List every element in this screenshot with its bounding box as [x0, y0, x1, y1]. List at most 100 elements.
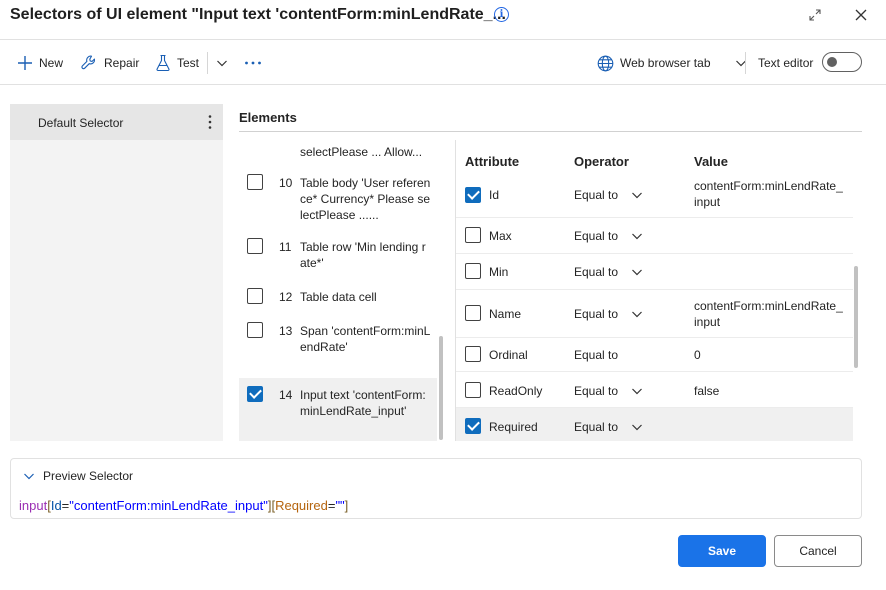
- attributes-scrollbar[interactable]: [854, 266, 858, 368]
- wrench-icon: [81, 55, 95, 70]
- value-column-header: Value: [694, 154, 728, 169]
- element-number: 13: [279, 324, 293, 338]
- table-row: Id Equal to contentForm:minLendRate_inpu…: [456, 178, 853, 218]
- preview-selector-panel: Preview Selector input[Id="contentForm:m…: [10, 458, 862, 519]
- chevron-down-icon[interactable]: [631, 385, 643, 397]
- text-editor-toggle[interactable]: [822, 52, 862, 72]
- list-item[interactable]: selectPlease ... Allow...: [239, 132, 437, 162]
- element-text: Table body 'User reference* Currency* Pl…: [300, 176, 431, 222]
- preview-selector-code[interactable]: input[Id="contentForm:minLendRate_input"…: [19, 498, 348, 513]
- code-attribute: Required: [275, 498, 328, 513]
- new-button[interactable]: New: [17, 52, 63, 74]
- operator-value[interactable]: Equal to: [574, 229, 618, 243]
- attribute-name: Ordinal: [489, 348, 528, 362]
- repair-button[interactable]: Repair: [80, 52, 139, 74]
- ellipsis-icon: [245, 61, 261, 65]
- chevron-down-icon[interactable]: [631, 421, 643, 433]
- repair-label: Repair: [104, 56, 140, 70]
- new-label: New: [39, 56, 64, 70]
- code-attribute: Id: [50, 498, 62, 513]
- test-button[interactable]: Test: [155, 52, 199, 74]
- attribute-checkbox[interactable]: [465, 382, 481, 398]
- element-checkbox[interactable]: [247, 238, 263, 254]
- chevron-down-icon: [24, 473, 34, 480]
- web-browser-tab-dropdown[interactable]: Web browser tab: [597, 52, 747, 74]
- element-checkbox[interactable]: [247, 174, 263, 190]
- attribute-name: ReadOnly: [489, 384, 543, 398]
- operator-value[interactable]: Equal to: [574, 420, 618, 434]
- attributes-table: Attribute Operator Value Id Equal to con…: [455, 140, 862, 441]
- attribute-value[interactable]: contentForm:minLendRate_input: [694, 298, 844, 330]
- chevron-down-icon: [217, 60, 227, 67]
- element-number: 11: [279, 240, 292, 254]
- more-options-button[interactable]: [244, 52, 262, 74]
- attribute-checkbox[interactable]: [465, 346, 481, 362]
- toolbar-divider: [745, 52, 746, 74]
- chevron-down-icon[interactable]: [631, 308, 643, 320]
- attribute-name: Name: [489, 307, 522, 321]
- chevron-down-icon[interactable]: [631, 266, 643, 278]
- element-number: 14: [279, 388, 293, 402]
- elements-heading: Elements: [239, 110, 297, 125]
- attribute-value[interactable]: contentForm:minLendRate_input: [694, 178, 844, 210]
- list-item[interactable]: 10 Table body 'User reference* Currency*…: [239, 168, 437, 224]
- kebab-menu-icon[interactable]: [207, 114, 213, 130]
- close-icon[interactable]: [851, 6, 871, 26]
- chevron-down-icon[interactable]: [631, 230, 643, 242]
- preview-selector-toggle[interactable]: Preview Selector: [23, 469, 133, 483]
- list-item[interactable]: 13 Span 'contentForm:minLendRate': [239, 316, 437, 376]
- selector-item-label: Default Selector: [38, 116, 124, 130]
- table-row: Name Equal to contentForm:minLendRate_in…: [456, 290, 853, 338]
- web-browser-tab-label: Web browser tab: [620, 56, 711, 70]
- cancel-button[interactable]: Cancel: [774, 535, 862, 567]
- attribute-checkbox[interactable]: [465, 187, 481, 203]
- selector-item-default[interactable]: Default Selector: [10, 104, 223, 140]
- operator-value[interactable]: Equal to: [574, 265, 618, 279]
- attribute-name: Max: [489, 229, 512, 243]
- list-item[interactable]: 12 Table data cell: [239, 282, 437, 310]
- element-checkbox[interactable]: [247, 386, 263, 402]
- test-label: Test: [177, 56, 200, 70]
- operator-value[interactable]: Equal to: [574, 307, 618, 321]
- element-text: Table data cell: [300, 290, 377, 304]
- globe-icon: [597, 55, 614, 71]
- element-text: Span 'contentForm:minLendRate': [300, 324, 431, 354]
- list-item[interactable]: 14 Input text 'contentForm:minLendRate_i…: [239, 378, 437, 441]
- save-button[interactable]: Save: [678, 535, 766, 567]
- attribute-checkbox[interactable]: [465, 418, 481, 434]
- title-bar: Selectors of UI element "Input text 'con…: [0, 0, 886, 40]
- list-item[interactable]: 11 Table row 'Min lending rate*': [239, 232, 437, 274]
- test-dropdown-button[interactable]: [216, 52, 228, 74]
- operator-value[interactable]: Equal to: [574, 348, 618, 362]
- attribute-checkbox[interactable]: [465, 263, 481, 279]
- elements-list: selectPlease ... Allow... 10 Table body …: [239, 132, 446, 441]
- attribute-value[interactable]: false: [694, 383, 844, 399]
- element-text: Input text 'contentForm:minLendRate_inpu…: [300, 388, 426, 418]
- attribute-checkbox[interactable]: [465, 227, 481, 243]
- operator-value[interactable]: Equal to: [574, 188, 618, 202]
- attribute-checkbox[interactable]: [465, 305, 481, 321]
- element-text: selectPlease ... Allow...: [300, 145, 423, 159]
- chevron-down-icon[interactable]: [631, 189, 643, 201]
- elements-scrollbar[interactable]: [439, 336, 443, 440]
- attribute-column-header: Attribute: [465, 154, 520, 169]
- flask-icon: [156, 54, 170, 72]
- table-row: Min Equal to: [456, 254, 853, 290]
- selector-list: Default Selector: [10, 104, 223, 441]
- info-icon[interactable]: i: [494, 7, 509, 22]
- attribute-value[interactable]: 0: [694, 347, 844, 363]
- text-editor-label: Text editor: [758, 56, 814, 70]
- element-checkbox[interactable]: [247, 322, 263, 338]
- preview-selector-label: Preview Selector: [43, 469, 134, 483]
- expand-icon[interactable]: [805, 6, 825, 26]
- attribute-name: Min: [489, 265, 509, 279]
- toolbar-divider: [207, 52, 208, 74]
- table-row: ReadOnly Equal to false: [456, 372, 853, 408]
- element-checkbox[interactable]: [247, 288, 263, 304]
- table-row: Max Equal to: [456, 218, 853, 254]
- code-string: "": [335, 498, 345, 513]
- toggle-knob: [827, 57, 837, 67]
- code-bracket: ]: [344, 498, 349, 513]
- operator-value[interactable]: Equal to: [574, 384, 618, 398]
- attribute-name: Id: [489, 188, 500, 202]
